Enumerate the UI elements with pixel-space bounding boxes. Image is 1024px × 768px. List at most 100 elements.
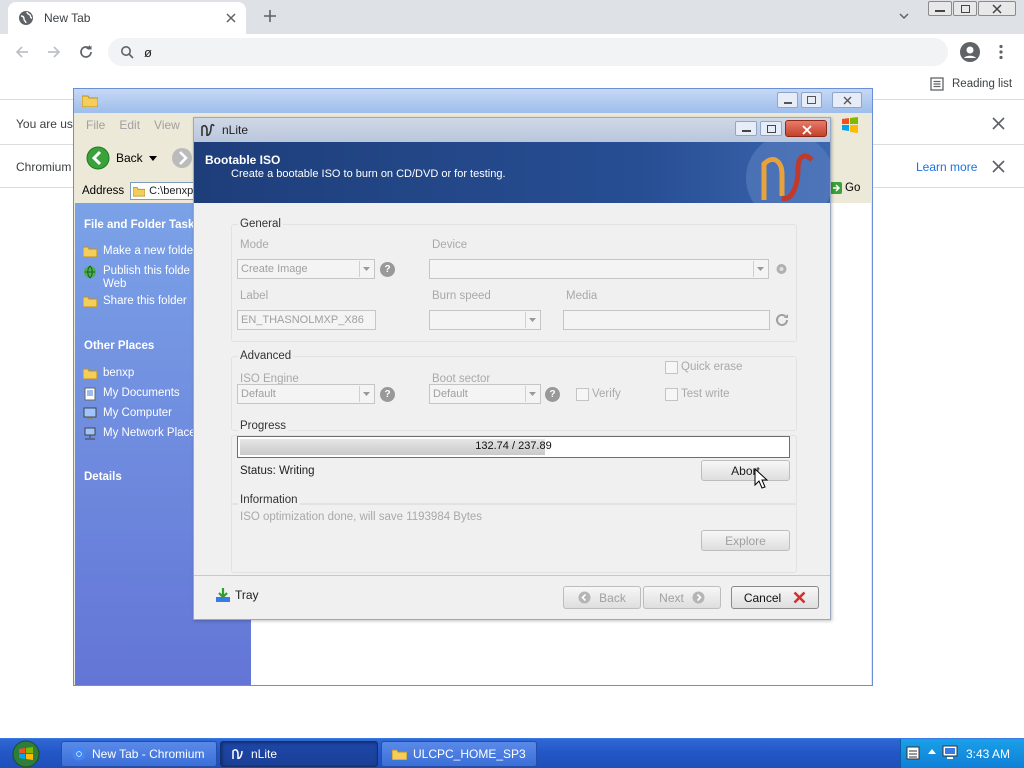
mode-help-icon[interactable]: ? xyxy=(380,262,395,277)
tab-title: New Tab xyxy=(44,11,91,25)
iso-engine-help-icon[interactable]: ? xyxy=(380,387,395,402)
taskbar-item-nlite[interactable]: nLite xyxy=(220,741,378,767)
explorer-back-button[interactable]: Back xyxy=(86,146,157,170)
boot-sector-help-icon[interactable]: ? xyxy=(545,387,560,402)
page-title: Bootable ISO xyxy=(205,153,281,167)
taskbar: New Tab - Chromium nLite ULCPC_HOME_SP3 … xyxy=(0,738,1024,768)
place-my-network-label: My Network Place xyxy=(103,427,196,439)
explorer-minimize-button[interactable] xyxy=(777,92,798,108)
label-value: EN_THASNOLMXP_X86 xyxy=(241,314,364,326)
explore-button[interactable]: Explore xyxy=(701,530,790,551)
minimize-button[interactable] xyxy=(928,1,952,16)
device-select[interactable] xyxy=(429,259,769,279)
place-my-documents[interactable]: My Documents xyxy=(75,387,180,401)
address-folder-icon xyxy=(133,187,146,197)
mode-label: Mode xyxy=(240,239,269,251)
menu-file[interactable]: File xyxy=(86,118,105,132)
address-bar[interactable]: ø xyxy=(108,38,948,66)
tray-button[interactable]: Tray xyxy=(215,587,259,603)
wizard-back-button[interactable]: Back xyxy=(563,586,641,609)
back-arrow-icon[interactable] xyxy=(14,44,30,60)
test-write-checkbox[interactable] xyxy=(665,388,678,401)
place-my-documents-label: My Documents xyxy=(103,387,180,399)
new-folder-icon xyxy=(83,246,97,257)
profile-avatar-icon[interactable] xyxy=(960,42,980,62)
next-circle-icon xyxy=(692,591,705,604)
explorer-restore-button[interactable] xyxy=(801,92,822,108)
share-folder-icon xyxy=(83,296,97,307)
go-button[interactable]: Go xyxy=(830,182,860,194)
clock: 3:43 AM xyxy=(966,747,1011,761)
label-label: Label xyxy=(240,290,269,302)
forward-arrow-icon[interactable] xyxy=(46,44,62,60)
tab-new-tab[interactable]: New Tab xyxy=(8,2,246,34)
close-tab-icon[interactable] xyxy=(226,13,236,23)
nlite-app-icon xyxy=(200,123,216,137)
kebab-menu-icon[interactable] xyxy=(998,44,1004,60)
burn-speed-label: Burn speed xyxy=(432,290,491,302)
task-share-folder[interactable]: Share this folder xyxy=(75,295,187,307)
taskbar-item-folder[interactable]: ULCPC_HOME_SP3 xyxy=(381,741,537,767)
media-refresh-icon[interactable] xyxy=(774,312,790,328)
verify-checkbox[interactable] xyxy=(576,388,589,401)
device-refresh-icon[interactable] xyxy=(775,262,788,275)
explorer-close-button[interactable] xyxy=(832,92,862,108)
network-tray-icon[interactable] xyxy=(942,745,958,761)
place-benxp[interactable]: benxp xyxy=(75,367,134,379)
information-text: ISO optimization done, will save 1193984… xyxy=(240,511,483,523)
keyboard-icon[interactable] xyxy=(906,745,920,761)
nlite-close-button[interactable] xyxy=(785,120,827,137)
reload-icon[interactable] xyxy=(78,44,94,60)
information-label: Information xyxy=(238,494,300,506)
wizard-cancel-button[interactable]: Cancel xyxy=(731,586,819,609)
menu-view[interactable]: View xyxy=(154,118,180,132)
boot-sector-select[interactable]: Default xyxy=(429,384,541,404)
place-my-computer[interactable]: My Computer xyxy=(75,407,172,421)
iso-engine-select[interactable]: Default xyxy=(237,384,375,404)
boot-sector-dropdown-arrow-icon xyxy=(525,386,539,402)
task-publish-folder[interactable]: Publish this folde Web xyxy=(75,265,190,291)
nlite-logo-icon xyxy=(734,142,830,203)
nlite-minimize-button[interactable] xyxy=(735,121,757,136)
new-tab-button[interactable] xyxy=(262,8,278,24)
nlite-maximize-button[interactable] xyxy=(760,121,782,136)
quick-erase-checkbox[interactable] xyxy=(665,361,678,374)
task-share-folder-label: Share this folder xyxy=(103,295,187,307)
wizard-cancel-label: Cancel xyxy=(743,590,782,605)
tray-expand-chevron-icon[interactable] xyxy=(928,748,936,754)
progress-label: Progress xyxy=(238,420,289,432)
address-value: C:\benxp xyxy=(149,185,194,197)
task-new-folder[interactable]: Make a new folde xyxy=(75,245,193,257)
gray-forward-arrow-icon[interactable] xyxy=(171,147,193,169)
tasks-header: File and Folder Tasks xyxy=(84,219,201,231)
task-new-folder-label: Make a new folde xyxy=(103,245,194,257)
tray-arrow-icon xyxy=(216,588,230,602)
explorer-address-input[interactable]: C:\benxp xyxy=(130,182,195,200)
burn-speed-dropdown-arrow-icon xyxy=(525,312,539,328)
start-button[interactable] xyxy=(6,740,46,768)
restore-button[interactable] xyxy=(953,1,977,16)
wizard-next-button[interactable]: Next xyxy=(643,586,721,609)
reading-list-button[interactable]: Reading list xyxy=(930,77,1012,91)
verify-label: Verify xyxy=(592,388,621,400)
label-input[interactable]: EN_THASNOLMXP_X86 xyxy=(237,310,376,330)
abort-button[interactable]: Abort xyxy=(701,460,790,481)
infobar-2-close-icon[interactable] xyxy=(992,160,1005,173)
learn-more-link[interactable]: Learn more xyxy=(916,160,977,174)
menu-edit[interactable]: Edit xyxy=(119,118,140,132)
burn-speed-select[interactable] xyxy=(429,310,541,330)
infobar-1-close-icon[interactable] xyxy=(992,117,1005,130)
tab-search-chevron-icon[interactable] xyxy=(898,10,910,22)
close-window-button[interactable] xyxy=(978,1,1016,16)
general-label: General xyxy=(238,218,283,230)
reading-list-label: Reading list xyxy=(952,78,1013,90)
back-circle-icon xyxy=(578,591,591,604)
folder-icon xyxy=(82,94,98,107)
computer-icon xyxy=(83,407,97,420)
taskbar-item-chromium[interactable]: New Tab - Chromium xyxy=(61,741,217,767)
mode-select[interactable]: Create Image xyxy=(237,259,375,279)
nlite-title: nLite xyxy=(222,123,249,137)
place-my-network[interactable]: My Network Place xyxy=(75,427,196,441)
nlite-page-header: Bootable ISO Create a bootable ISO to bu… xyxy=(194,142,830,203)
media-field xyxy=(563,310,770,330)
